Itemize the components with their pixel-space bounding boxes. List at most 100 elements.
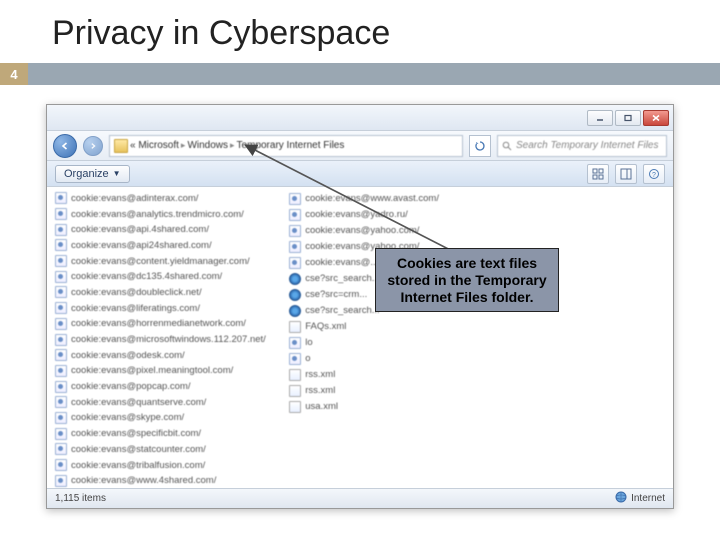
file-item[interactable]: cookie:evans@horrenmedianetwork.com/	[55, 317, 289, 332]
svg-text:?: ?	[652, 172, 656, 179]
maximize-button[interactable]	[615, 110, 641, 126]
file-item[interactable]: cookie:evans@microsoftwindows.112.207.ne…	[55, 332, 289, 347]
file-name: cookie:evans@skype.com/	[71, 412, 184, 423]
folder-icon	[114, 139, 128, 153]
ie-icon	[289, 289, 301, 301]
file-item[interactable]: cookie:evans@doubleclick.net/	[55, 285, 289, 300]
cookie-file-icon	[55, 192, 67, 204]
file-name: cookie:evans@api24shared.com/	[71, 240, 212, 251]
file-name: cookie:evans@adinterax.com/	[71, 193, 198, 204]
file-item[interactable]: cookie:evans@liferatings.com/	[55, 301, 289, 316]
xml-file-icon	[289, 401, 301, 413]
search-input[interactable]: Search Temporary Internet Files	[497, 135, 667, 157]
cookie-file-icon	[55, 271, 67, 283]
chevron-right-icon: ▸	[230, 140, 235, 151]
back-button[interactable]	[53, 134, 77, 158]
file-item[interactable]: cookie:evans@www.4shared.com/	[55, 473, 289, 488]
file-name: cookie:evans@popcap.com/	[71, 381, 191, 392]
cookie-file-icon	[289, 353, 301, 365]
cookie-file-icon	[55, 412, 67, 424]
status-zone: Internet	[615, 491, 665, 506]
file-item[interactable]: cookie:evans@odesk.com/	[55, 348, 289, 363]
file-column: ar-&se_Google+Seh&clientz=pub_123173432/…	[474, 191, 673, 488]
cookie-file-icon	[55, 318, 67, 330]
window-titlebar	[47, 105, 673, 131]
file-item[interactable]: cookie:evans@pixel.meaningtool.com/	[55, 364, 289, 379]
file-name: cookie:evans@statcounter.com/	[71, 444, 206, 455]
view-icons-button[interactable]	[587, 164, 609, 184]
help-button[interactable]: ?	[643, 164, 665, 184]
cookie-file-icon	[55, 239, 67, 251]
xml-file-icon	[289, 321, 301, 333]
file-name: cookie:evans@odesk.com/	[71, 350, 185, 361]
organize-label: Organize	[64, 168, 109, 180]
slide-title: Privacy in Cyberspace	[0, 0, 720, 63]
ie-icon	[289, 273, 301, 285]
cookie-file-icon	[55, 224, 67, 236]
file-item[interactable]: cookie:evans@tribalfusion.com/	[55, 458, 289, 473]
file-name: cookie:evans@horrenmedianetwork.com/	[71, 318, 246, 329]
file-item[interactable]: usa.xml	[289, 399, 473, 414]
file-name: rss.xml	[305, 369, 335, 380]
chevron-down-icon: ▼	[113, 169, 121, 178]
ie-icon	[289, 305, 301, 317]
file-item[interactable]: cookie:evans@specificbit.com/	[55, 426, 289, 441]
file-name: FAQs.xml	[305, 321, 346, 332]
file-item[interactable]: o	[289, 351, 473, 366]
callout-text: Cookies are text files stored in the Tem…	[387, 255, 546, 305]
minimize-button[interactable]	[587, 110, 613, 126]
xml-file-icon	[289, 385, 301, 397]
file-name: rss.xml	[305, 385, 335, 396]
file-name: cookie:evans@tribalfusion.com/	[71, 460, 205, 471]
breadcrumb-seg: « Microsoft	[130, 140, 179, 151]
preview-pane-button[interactable]	[615, 164, 637, 184]
file-name: cookie:evans@liferatings.com/	[71, 303, 200, 314]
file-name: usa.xml	[305, 401, 338, 412]
cookie-file-icon	[55, 443, 67, 455]
forward-button[interactable]	[83, 136, 103, 156]
file-item[interactable]: rss.xml	[289, 383, 473, 398]
file-detail	[474, 223, 673, 238]
file-name: cookie:evans@content.yieldmanager.com/	[71, 256, 250, 267]
file-name: cookie:evans@specificbit.com/	[71, 428, 201, 439]
xml-file-icon	[289, 369, 301, 381]
file-name: cookie:evans@pixel.meaningtool.com/	[71, 365, 233, 376]
cookie-file-icon	[55, 396, 67, 408]
cookie-file-icon	[289, 337, 301, 349]
callout-box: Cookies are text files stored in the Tem…	[375, 248, 559, 312]
organize-button[interactable]: Organize ▼	[55, 165, 130, 183]
cookie-file-icon	[55, 381, 67, 393]
cookie-file-icon	[55, 365, 67, 377]
status-item-count: 1,115 items	[55, 493, 615, 504]
file-item[interactable]: cookie:evans@popcap.com/	[55, 379, 289, 394]
search-icon	[502, 141, 512, 151]
cookie-file-icon	[55, 255, 67, 267]
file-item[interactable]: lo	[289, 335, 473, 350]
file-name: cse?src_search...	[305, 273, 379, 284]
file-item[interactable]: FAQs.xml	[289, 319, 473, 334]
cookie-file-icon	[55, 334, 67, 346]
file-name: cookie:evans@quantserve.com/	[71, 397, 206, 408]
internet-icon	[615, 491, 627, 506]
cookie-file-icon	[55, 302, 67, 314]
cookie-file-icon	[55, 286, 67, 298]
cookie-file-icon	[55, 428, 67, 440]
cookie-file-icon	[55, 459, 67, 471]
file-name: cookie:evans@www.4shared.com/	[71, 475, 216, 486]
file-name: o	[305, 353, 310, 364]
file-name: cookie:evans@api.4shared.com/	[71, 224, 209, 235]
file-name: cse?src_search...	[305, 305, 379, 316]
file-item[interactable]: cookie:evans@statcounter.com/	[55, 442, 289, 457]
close-button[interactable]	[643, 110, 669, 126]
slide-number: 4	[0, 63, 28, 85]
file-item[interactable]: cookie:evans@dc135.4shared.com/	[55, 269, 289, 284]
file-item[interactable]: cookie:evans@quantserve.com/	[55, 395, 289, 410]
search-placeholder: Search Temporary Internet Files	[516, 140, 658, 151]
file-name: cookie:evans@microsoftwindows.112.207.ne…	[71, 334, 266, 345]
file-item[interactable]: cookie:evans@skype.com/	[55, 411, 289, 426]
cookie-file-icon	[55, 208, 67, 220]
file-detail	[474, 207, 673, 222]
file-name: cookie:evans@dc135.4shared.com/	[71, 271, 222, 282]
file-name: cookie:evans@doubleclick.net/	[71, 287, 202, 298]
file-item[interactable]: rss.xml	[289, 367, 473, 382]
